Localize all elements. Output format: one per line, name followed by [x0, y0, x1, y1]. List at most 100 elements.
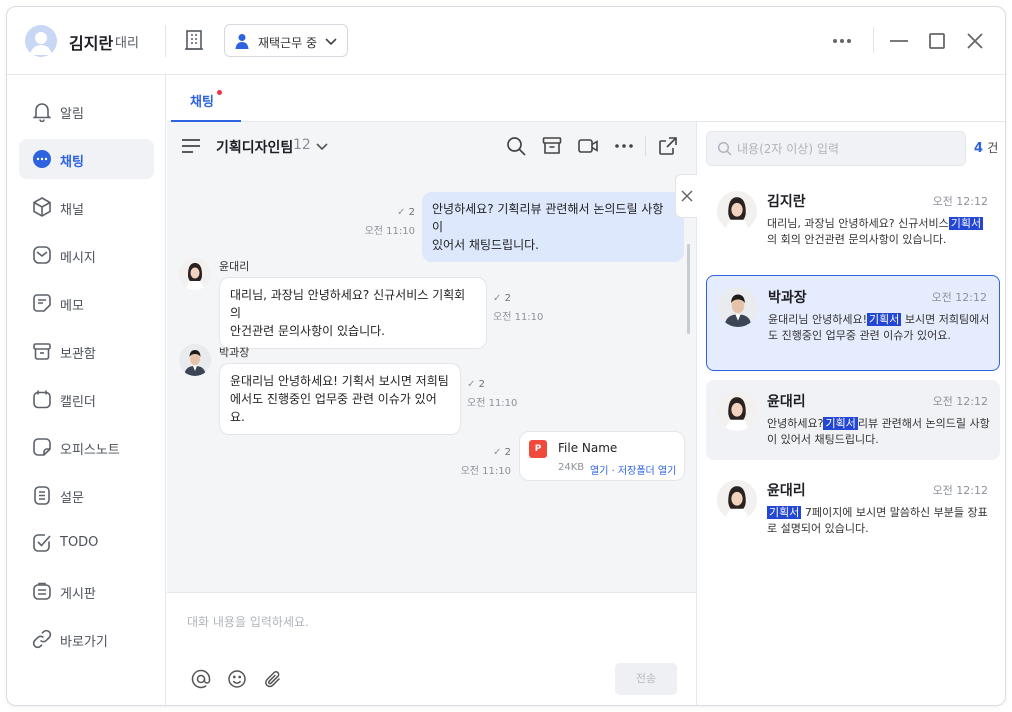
result-text: 기획서 7페이지에 보시면 말씀하신 부분들 장표로 설명되어 있습니다.	[767, 506, 988, 535]
close-search-panel-button[interactable]	[675, 174, 697, 218]
sidebar-item-survey[interactable]: 설문	[19, 475, 154, 515]
message-composer[interactable]: 대화 내용을 입력하세요. 전송	[167, 592, 696, 705]
composer-input[interactable]: 대화 내용을 입력하세요.	[187, 613, 309, 630]
file-name: File Name	[558, 441, 618, 455]
result-sender: 박과장	[768, 290, 807, 306]
video-call-icon[interactable]	[577, 135, 599, 157]
memo-icon	[33, 294, 51, 312]
survey-icon	[34, 486, 50, 505]
message-text: 있어서 채팅드립니다.	[432, 238, 539, 252]
room-title[interactable]: 기획디자인팀	[216, 137, 293, 157]
search-result-item[interactable]: 김지란 오전 12:12 대리님, 과장님 안녕하세요? 신규서비스 기획서의 회…	[706, 180, 1000, 262]
send-button[interactable]: 전송	[615, 663, 677, 695]
header-divider	[165, 25, 166, 57]
message-bubble[interactable]: 대리님, 과장님 안녕하세요? 신규서비스 기획회의 안건관련 문의사항이 있습…	[219, 277, 487, 349]
sidebar-item-officenote[interactable]: 오피스노트	[19, 427, 154, 467]
sidebar-item-archive[interactable]: 보관함	[19, 331, 154, 371]
message-meta: ✓ 2 오전 11:10	[467, 379, 525, 409]
sidebar-item-shortcut[interactable]: 바로가기	[19, 619, 154, 659]
more-options-icon[interactable]	[613, 135, 635, 157]
keyword-highlight: 기획서	[767, 506, 802, 519]
chevron-down-icon[interactable]	[314, 138, 330, 154]
my-rank: 대리	[115, 36, 139, 51]
more-options-icon[interactable]	[830, 29, 854, 53]
menu-icon[interactable]	[181, 137, 201, 155]
avatar	[717, 191, 757, 231]
avatar[interactable]	[179, 258, 211, 290]
unread-count: 2	[504, 447, 511, 458]
result-time: 오전 12:12	[932, 395, 988, 408]
sidebar-item-message[interactable]: 메시지	[19, 235, 154, 275]
check-circle-icon	[33, 534, 51, 552]
result-count-unit: 건	[987, 141, 999, 155]
sender-name: 윤대리	[219, 260, 250, 273]
pdf-file-icon: P	[529, 440, 547, 458]
unread-count: 2	[504, 293, 511, 304]
tab-chat[interactable]: 채팅	[171, 75, 241, 122]
calendar-icon	[33, 390, 51, 409]
message-time: 오전 11:10	[460, 466, 511, 477]
sidebar-item-todo[interactable]: TODO	[19, 523, 154, 563]
message-list: ✓ 2 오전 11:10 안녕하세요? 기획리뷰 관련해서 논의드릴 사항이 있…	[167, 170, 696, 592]
sidebar-item-channel[interactable]: 채널	[19, 187, 154, 227]
unread-count: 2	[408, 207, 415, 218]
message-text: 윤대리님 안녕하세요! 기획서 보시면 저희팀	[230, 374, 449, 388]
sidebar-item-chat[interactable]: 채팅	[19, 139, 154, 179]
message-bubble[interactable]: 윤대리님 안녕하세요! 기획서 보시면 저희팀 에서도 진행중인 업무중 관련 …	[219, 363, 461, 435]
board-icon	[33, 582, 51, 600]
app-header: 김지란 대리 재택근무 중	[7, 7, 1005, 75]
sidebar-item-label: 보관함	[60, 347, 96, 362]
search-result-item-selected[interactable]: 박과장 오전 12:12 윤대리님 안녕하세요! 기획서 보시면 저희팀에서도 진…	[706, 275, 1000, 371]
file-size: 24KB	[558, 462, 585, 473]
emoji-icon[interactable]	[227, 669, 247, 689]
sidebar-item-label: 알림	[60, 107, 84, 122]
sidebar-item-label: 채팅	[60, 155, 84, 170]
avatar[interactable]	[179, 344, 211, 376]
search-input[interactable]	[737, 139, 957, 159]
building-icon[interactable]	[183, 29, 205, 51]
sidebar-item-label: 설문	[60, 491, 84, 506]
tab-label: 채팅	[190, 95, 214, 110]
mention-icon[interactable]	[191, 669, 211, 689]
note-icon	[33, 438, 51, 456]
cube-icon	[33, 197, 51, 217]
keyword-highlight: 기획서	[867, 313, 902, 326]
sidebar-item-calendar[interactable]: 캘린더	[19, 379, 154, 419]
file-attachment[interactable]: P File Name 24KB 열기 · 저장폴더 열기	[519, 431, 685, 481]
read-check-icon: ✓	[493, 293, 502, 304]
message-text: 대리님, 과장님 안녕하세요? 신규서비스 기획회의	[230, 288, 466, 320]
search-icon[interactable]	[505, 135, 527, 157]
popout-icon[interactable]	[657, 135, 679, 157]
my-message-bubble[interactable]: 안녕하세요? 기획리뷰 관련해서 논의드릴 사항이 있어서 채팅드립니다.	[422, 192, 684, 262]
scrollbar[interactable]	[687, 244, 690, 334]
sender-name: 박과장	[219, 346, 250, 359]
result-text: 대리님, 과장님 안녕하세요? 신규서비스 기획서의 회의 안건관련 문의사항이 …	[767, 217, 984, 246]
result-sender: 김지란	[767, 194, 806, 210]
result-text: 안녕하세요? 기획서 리뷰 관련해서 논의드릴 사항이 있어서 채팅드립니다.	[767, 417, 990, 446]
sidebar-item-memo[interactable]: 메모	[19, 283, 154, 323]
file-open-links[interactable]: 열기 · 저장폴더 열기	[590, 462, 676, 477]
close-icon[interactable]	[963, 29, 987, 53]
maximize-icon[interactable]	[925, 29, 949, 53]
my-avatar[interactable]	[25, 25, 57, 57]
minimize-icon[interactable]	[887, 29, 911, 53]
search-box[interactable]	[706, 131, 966, 166]
bell-icon	[32, 103, 52, 122]
result-sender: 윤대리	[767, 483, 806, 499]
chat-pane: 기획디자인팀 12 ✓ 2 오전 11:10 안녕하세요? 기획리뷰 관련해서 …	[167, 122, 697, 705]
search-result-item[interactable]: 윤대리 오전 12:12 안녕하세요? 기획서 리뷰 관련해서 논의드릴 사항이 있…	[706, 380, 1000, 460]
notification-dot	[217, 90, 222, 95]
search-panel: 4 건 김지란 오전 12:12 대리님, 과장님 안녕하세요? 신규서비스기획…	[698, 122, 1005, 705]
message-text: 에서도 진행중인 업무중 관련 이슈가 있어요.	[230, 392, 437, 424]
message-time: 오전 11:10	[493, 312, 544, 323]
sidebar-item-label: 메시지	[60, 251, 96, 266]
result-count-number: 4	[974, 141, 984, 156]
search-result-item[interactable]: 윤대리 오전 12:12 기획서 7페이지에 보시면 말씀하신 부분들 장표로 …	[706, 469, 1000, 549]
attachment-icon[interactable]	[263, 669, 283, 689]
sidebar-item-alerts[interactable]: 알림	[19, 91, 154, 131]
work-status-dropdown[interactable]: 재택근무 중	[224, 24, 348, 57]
sidebar-item-board[interactable]: 게시판	[19, 571, 154, 611]
keyword-highlight: 기획서	[948, 217, 984, 230]
keyword-highlight: 기획서	[823, 417, 858, 430]
archive-box-icon[interactable]	[541, 135, 563, 157]
